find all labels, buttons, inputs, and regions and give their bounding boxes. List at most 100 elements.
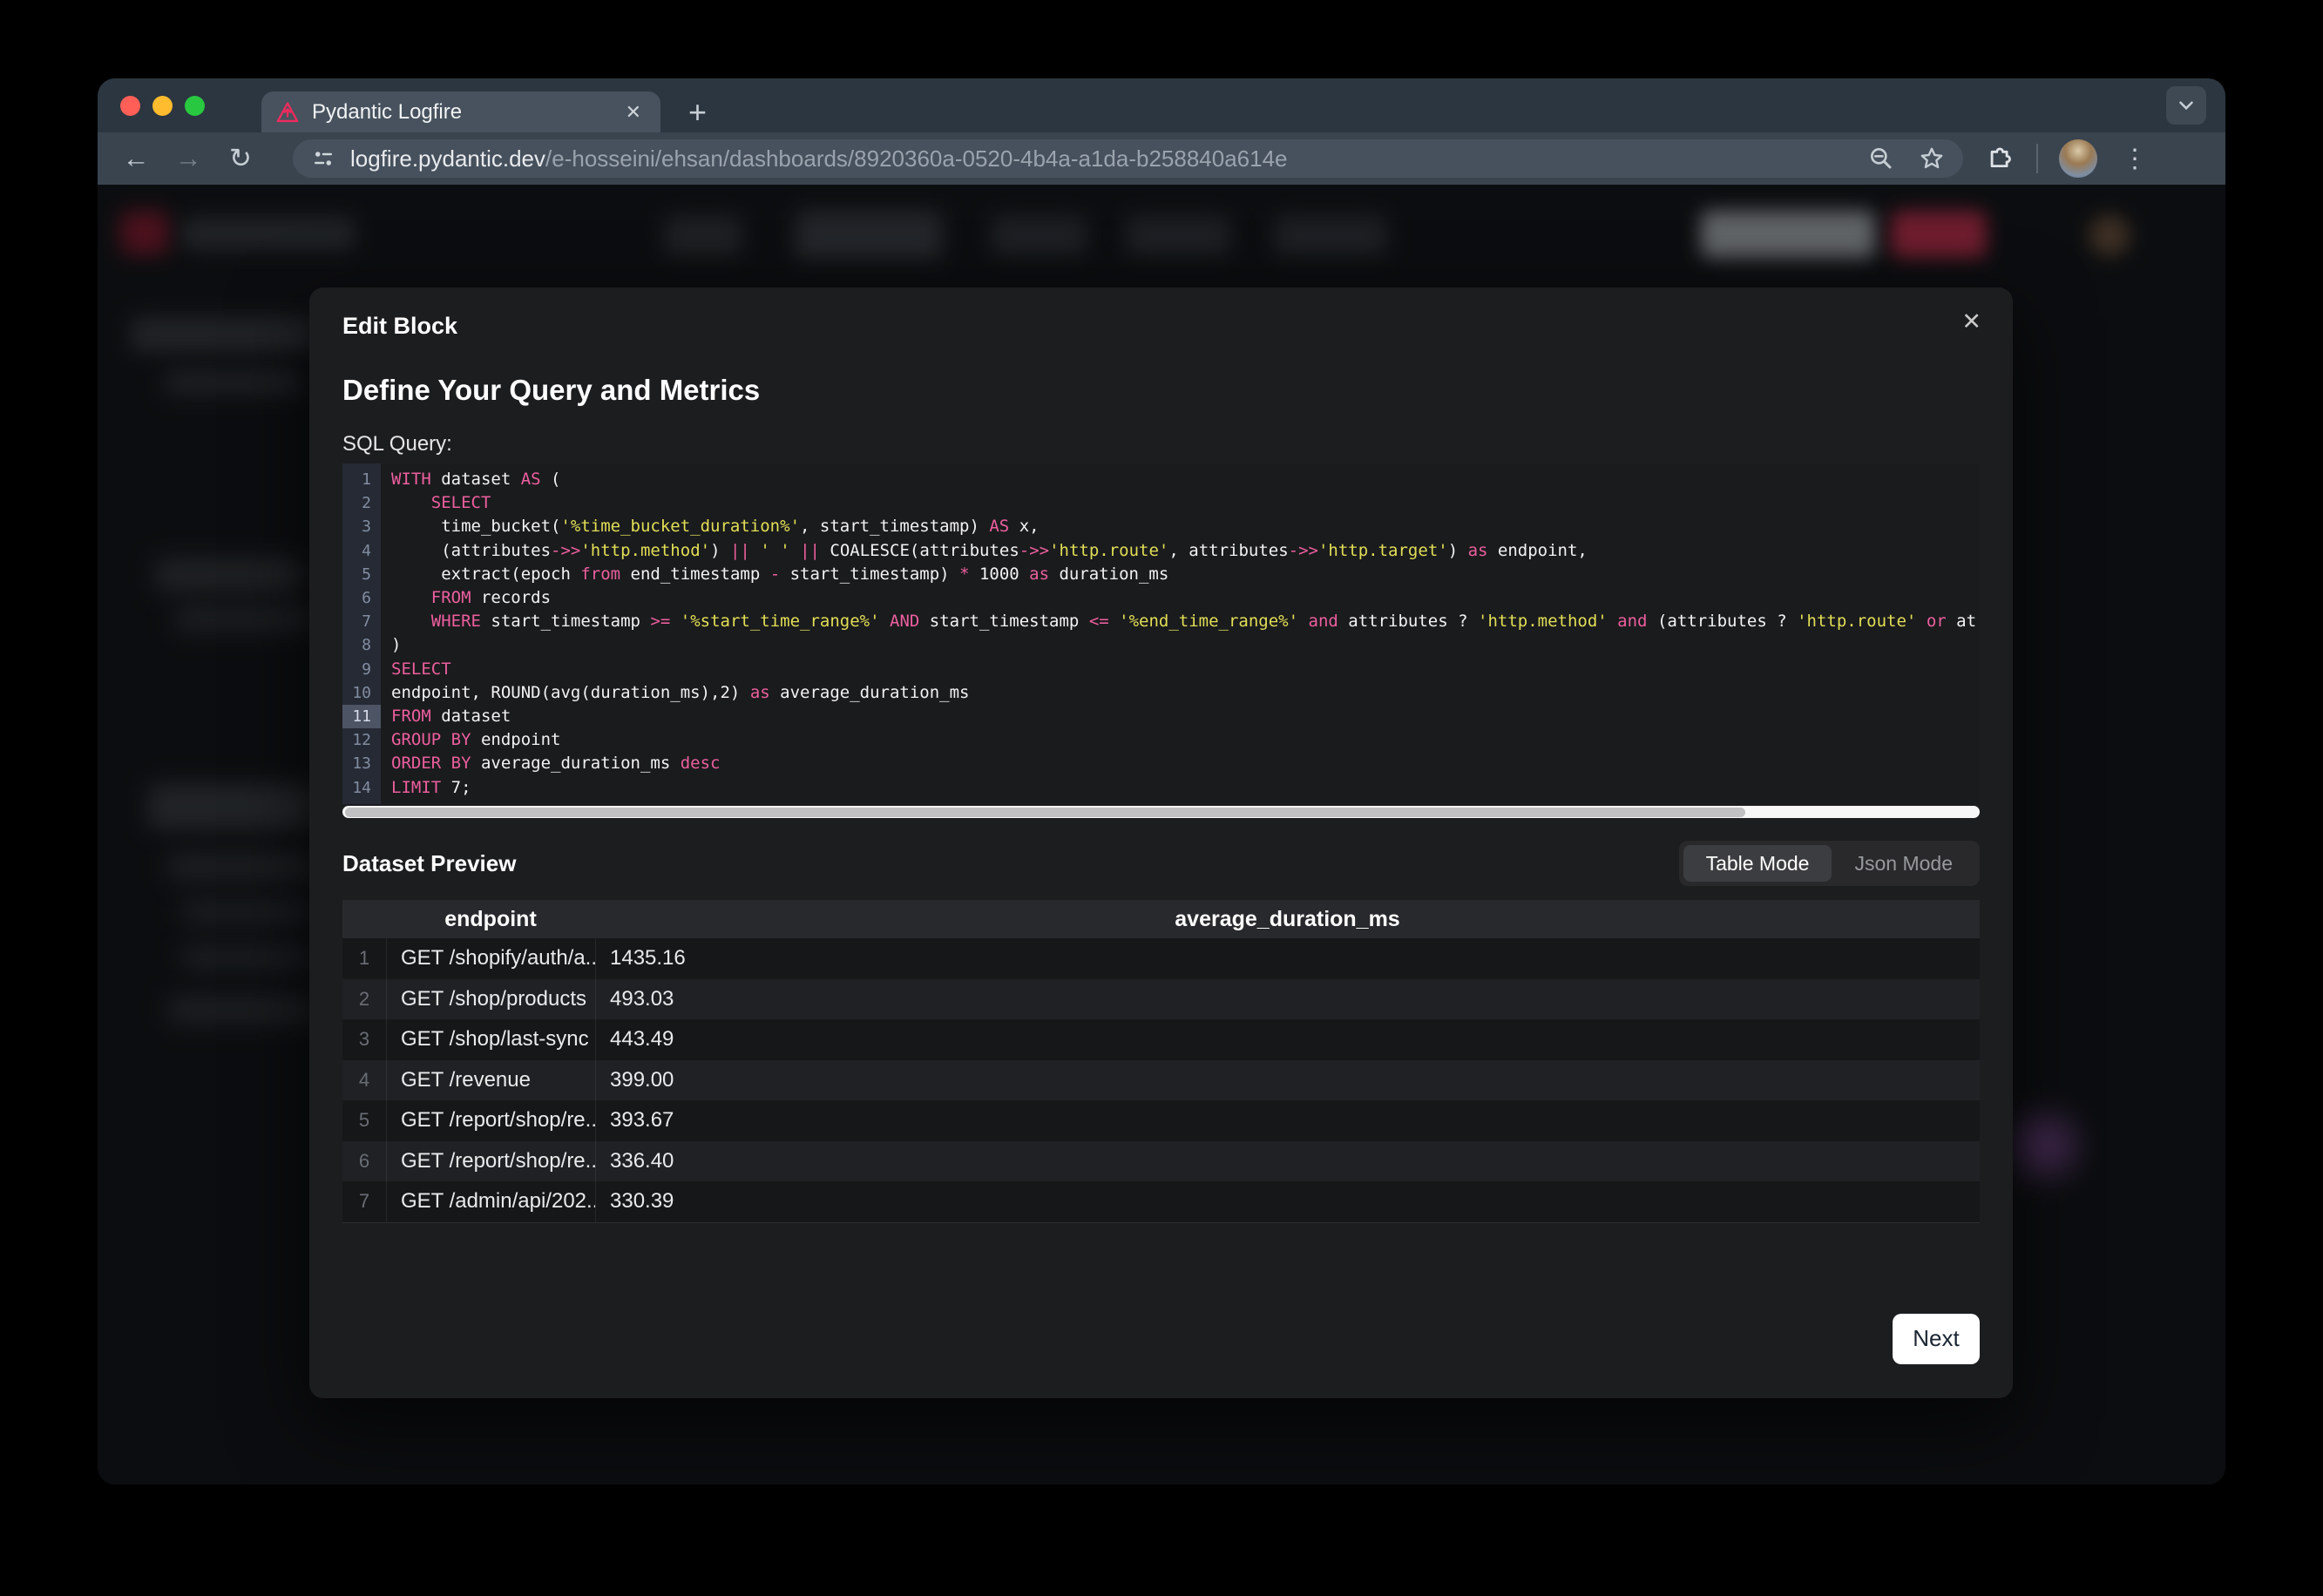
line-number: 14	[342, 776, 381, 800]
code-line: 2 SELECT	[342, 491, 1980, 515]
tab-close-icon[interactable]: ✕	[620, 101, 647, 124]
browser-toolbar: ← → ↻ logfire.pydantic.dev/e-hosseini/eh…	[98, 132, 2225, 185]
line-number: 12	[342, 728, 381, 752]
back-button[interactable]: ←	[110, 143, 162, 174]
sql-editor[interactable]: 1WITH dataset AS (2 SELECT3 time_bucket(…	[342, 463, 1980, 804]
browser-window: Pydantic Logfire ✕ + ← → ↻	[98, 78, 2225, 1484]
avg-duration-column-header: average_duration_ms	[595, 900, 1980, 938]
table-mode-button[interactable]: Table Mode	[1683, 845, 1832, 882]
chevron-down-icon	[2175, 94, 2198, 117]
next-button[interactable]: Next	[1893, 1314, 1980, 1364]
table-row: 1GET /shopify/auth/a...1435.16	[342, 938, 1980, 979]
url-host: logfire.pydantic.dev	[350, 145, 545, 172]
preview-table-header: endpoint average_duration_ms	[342, 900, 1980, 938]
star-icon	[1918, 145, 1946, 172]
modal-heading: Define Your Query and Metrics	[342, 373, 1980, 408]
modal-footer: Next	[342, 1314, 1980, 1364]
line-number: 1	[342, 468, 381, 491]
code-line: 7 WHERE start_timestamp >= '%start_time_…	[342, 610, 1980, 633]
line-number: 8	[342, 633, 381, 657]
zoom-out-icon	[1867, 145, 1895, 172]
row-number: 6	[342, 1141, 386, 1182]
code-line: 8)	[342, 633, 1980, 657]
code-line: 5 extract(epoch from end_timestamp - sta…	[342, 563, 1980, 586]
table-row: 4GET /revenue399.00	[342, 1060, 1980, 1101]
avg-duration-cell: 443.49	[595, 1019, 1980, 1060]
bookmark-button[interactable]	[1918, 145, 1946, 172]
line-number: 10	[342, 681, 381, 705]
zoom-page-button[interactable]	[1867, 145, 1895, 172]
profile-avatar[interactable]	[2059, 139, 2097, 178]
line-number: 5	[342, 563, 381, 586]
new-tab-button[interactable]: +	[680, 91, 715, 132]
avg-duration-cell: 1435.16	[595, 938, 1980, 979]
row-number-column-header	[342, 900, 386, 938]
url-text: logfire.pydantic.dev/e-hosseini/ehsan/da…	[350, 145, 1845, 172]
line-number: 11	[342, 705, 381, 728]
site-settings-icon[interactable]	[310, 145, 336, 172]
row-number: 1	[342, 938, 386, 979]
endpoint-cell: GET /report/shop/re...	[386, 1100, 595, 1141]
edit-block-modal: Edit Block ✕ Define Your Query and Metri…	[309, 287, 2013, 1398]
sql-query-label: SQL Query:	[342, 432, 1980, 456]
code-line: 12GROUP BY endpoint	[342, 728, 1980, 752]
browser-tab[interactable]: Pydantic Logfire ✕	[261, 91, 660, 132]
avg-duration-cell: 330.39	[595, 1181, 1980, 1222]
avg-duration-cell: 493.03	[595, 979, 1980, 1020]
editor-horizontal-scrollbar[interactable]	[342, 806, 1980, 818]
dataset-preview-header: Dataset Preview Table Mode Json Mode	[342, 841, 1980, 886]
endpoint-cell: GET /admin/api/202...	[386, 1181, 595, 1222]
table-row: 3GET /shop/last-sync443.49	[342, 1019, 1980, 1060]
table-row: 7GET /admin/api/202...330.39	[342, 1181, 1980, 1222]
code-line: 10endpoint, ROUND(avg(duration_ms),2) as…	[342, 681, 1980, 705]
avg-duration-cell: 336.40	[595, 1141, 1980, 1182]
preview-mode-switcher: Table Mode Json Mode	[1679, 841, 1980, 886]
preview-table-body: 1GET /shopify/auth/a...1435.162GET /shop…	[342, 938, 1980, 1223]
code-line: 4 (attributes->>'http.method') || ' ' ||…	[342, 539, 1980, 563]
forward-button[interactable]: →	[162, 143, 214, 174]
browser-titlebar: Pydantic Logfire ✕ +	[98, 78, 2225, 132]
line-number: 9	[342, 658, 381, 681]
preview-table: endpoint average_duration_ms 1GET /shopi…	[342, 900, 1980, 1223]
avg-duration-cell: 399.00	[595, 1060, 1980, 1101]
extensions-button[interactable]	[1986, 142, 2015, 176]
line-number: 4	[342, 539, 381, 563]
endpoint-cell: GET /report/shop/re...	[386, 1141, 595, 1182]
scrollbar-thumb[interactable]	[345, 808, 1745, 817]
code-line: 3 time_bucket('%time_bucket_duration%', …	[342, 515, 1980, 538]
endpoint-cell: GET /shop/products	[386, 979, 595, 1020]
minimize-window-button[interactable]	[152, 96, 173, 116]
avg-duration-cell: 393.67	[595, 1100, 1980, 1141]
code-line: 11FROM dataset	[342, 705, 1980, 728]
row-number: 2	[342, 979, 386, 1020]
modal-close-icon[interactable]: ✕	[1961, 310, 1981, 334]
table-row: 6GET /report/shop/re...336.40	[342, 1141, 1980, 1182]
address-bar[interactable]: logfire.pydantic.dev/e-hosseini/ehsan/da…	[293, 139, 1963, 178]
modal-title: Edit Block	[342, 312, 1980, 340]
logfire-logo-icon	[275, 100, 300, 125]
table-row: 2GET /shop/products493.03	[342, 979, 1980, 1020]
puzzle-icon	[1986, 142, 2015, 172]
line-number: 7	[342, 610, 381, 633]
endpoint-cell: GET /revenue	[386, 1060, 595, 1101]
dataset-preview-title: Dataset Preview	[342, 850, 516, 877]
row-number: 5	[342, 1100, 386, 1141]
line-number: 3	[342, 515, 381, 538]
toolbar-right: ⋮	[1986, 139, 2157, 178]
page-content: Edit Block ✕ Define Your Query and Metri…	[98, 185, 2225, 1484]
close-window-button[interactable]	[120, 96, 140, 116]
browser-menu-button[interactable]: ⋮	[2122, 144, 2148, 174]
table-row: 5GET /report/shop/re...393.67	[342, 1100, 1980, 1141]
reload-button[interactable]: ↻	[214, 143, 267, 174]
row-number: 7	[342, 1181, 386, 1222]
row-number: 4	[342, 1060, 386, 1101]
line-number: 2	[342, 491, 381, 515]
tab-search-button[interactable]	[2166, 86, 2206, 125]
endpoint-cell: GET /shop/last-sync	[386, 1019, 595, 1060]
code-line: 9SELECT	[342, 658, 1980, 681]
endpoint-cell: GET /shopify/auth/a...	[386, 938, 595, 979]
line-number: 13	[342, 752, 381, 775]
json-mode-button[interactable]: Json Mode	[1832, 845, 1975, 882]
fullscreen-window-button[interactable]	[185, 96, 205, 116]
endpoint-column-header: endpoint	[386, 900, 595, 938]
